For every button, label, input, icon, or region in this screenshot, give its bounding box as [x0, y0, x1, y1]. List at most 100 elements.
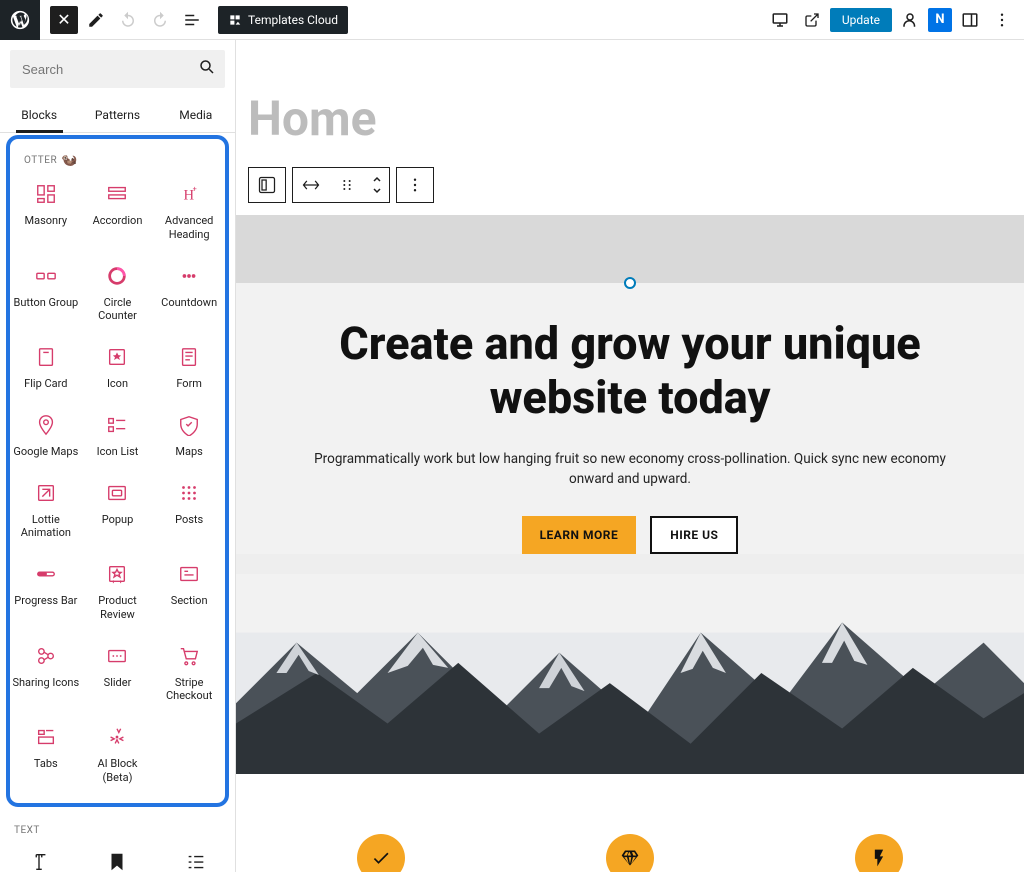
hero-spacer [236, 215, 1024, 283]
wordpress-logo[interactable] [0, 0, 40, 40]
block-item-button-group[interactable]: Button Group [10, 254, 82, 336]
editor-canvas[interactable]: Home Create and grow your unique website… [236, 40, 1024, 872]
block-item-sharing-icons[interactable]: Sharing Icons [10, 634, 82, 716]
block-label: Lottie Animation [12, 513, 80, 541]
feature-check-icon [357, 834, 405, 872]
block-item-icon[interactable]: Icon [82, 335, 154, 403]
hero-subtext[interactable]: Programmatically work but low hanging fr… [306, 449, 954, 490]
block-icon [105, 725, 129, 749]
block-item-icon-list[interactable]: Icon List [82, 403, 154, 471]
neve-badge[interactable]: N [928, 8, 952, 32]
block-label: Maps [175, 445, 202, 459]
block-icon [177, 644, 201, 668]
move-up-down-icon[interactable] [365, 167, 389, 203]
block-label: Google Maps [13, 445, 78, 459]
block-icon [177, 562, 201, 586]
learn-more-button[interactable]: LEARN MORE [522, 516, 637, 554]
block-item-product-review[interactable]: Product Review [82, 552, 154, 634]
inserter-tabs: Blocks Patterns Media [0, 98, 235, 133]
block-item-list[interactable]: List [157, 840, 235, 872]
block-item-progress-bar[interactable]: Progress Bar [10, 552, 82, 634]
undo-icon[interactable] [114, 6, 142, 34]
view-desktop-icon[interactable] [766, 6, 794, 34]
search-icon [198, 58, 216, 80]
block-icon: H+ [177, 182, 201, 206]
block-item-countdown[interactable]: Countdown [153, 254, 225, 336]
block-icon [105, 413, 129, 437]
block-label: Icon [107, 377, 128, 391]
user-icon[interactable] [896, 6, 924, 34]
block-label: Product Review [84, 594, 152, 622]
block-search[interactable] [10, 50, 225, 88]
feature-bolt-icon [855, 834, 903, 872]
open-external-icon[interactable] [798, 6, 826, 34]
block-label: Popup [102, 513, 134, 527]
block-item-popup[interactable]: Popup [82, 471, 154, 553]
block-icon [105, 481, 129, 505]
block-item-maps[interactable]: Maps [153, 403, 225, 471]
block-item-accordion[interactable]: Accordion [82, 172, 154, 254]
block-item-lottie-animation[interactable]: Lottie Animation [10, 471, 82, 553]
block-icon [105, 182, 129, 206]
edit-icon[interactable] [82, 6, 110, 34]
block-item-section[interactable]: Section [153, 552, 225, 634]
align-icon[interactable] [293, 167, 329, 203]
svg-text:+: + [193, 184, 197, 193]
block-label: Circle Counter [84, 296, 152, 324]
block-icon [27, 850, 51, 872]
block-label: Accordion [93, 214, 143, 228]
block-icon [34, 644, 58, 668]
block-item-masonry[interactable]: Masonry [10, 172, 82, 254]
block-item-paragraph[interactable]: Paragraph [0, 840, 78, 872]
feature-diamond-icon [606, 834, 654, 872]
block-more-icon[interactable] [397, 167, 433, 203]
block-label: Button Group [13, 296, 78, 310]
block-label: Icon List [97, 445, 139, 459]
sidebar-toggle-icon[interactable] [956, 6, 984, 34]
block-item-advanced-heading[interactable]: H+ Advanced Heading [153, 172, 225, 254]
resize-handle[interactable] [624, 277, 636, 289]
tab-media[interactable]: Media [157, 98, 235, 132]
block-icon [184, 850, 208, 872]
block-item-flip-card[interactable]: Flip Card [10, 335, 82, 403]
block-label: Countdown [161, 296, 217, 310]
redo-icon[interactable] [146, 6, 174, 34]
page-title[interactable]: Home [236, 40, 1024, 167]
block-item-google-maps[interactable]: Google Maps [10, 403, 82, 471]
templates-cloud-button[interactable]: Templates Cloud [218, 6, 348, 34]
block-icon [34, 481, 58, 505]
hire-us-button[interactable]: HIRE US [650, 516, 738, 554]
block-label: AI Block (Beta) [84, 757, 152, 785]
hero-section[interactable]: Create and grow your unique website toda… [236, 215, 1024, 774]
block-item-ai-block-beta-[interactable]: AI Block (Beta) [82, 715, 154, 797]
block-label: Sharing Icons [12, 676, 79, 690]
block-item-tabs[interactable]: Tabs [10, 715, 82, 797]
block-item-posts[interactable]: Posts [153, 471, 225, 553]
hero-heading[interactable]: Create and grow your unique website toda… [306, 317, 954, 425]
search-input[interactable] [22, 62, 198, 77]
block-label: Flip Card [24, 377, 67, 391]
block-icon [105, 264, 129, 288]
block-label: Advanced Heading [155, 214, 223, 242]
tab-patterns[interactable]: Patterns [78, 98, 156, 132]
block-type-icon[interactable] [249, 167, 285, 203]
hero-background-image [236, 574, 1024, 774]
more-options-icon[interactable] [988, 6, 1016, 34]
block-item-circle-counter[interactable]: Circle Counter [82, 254, 154, 336]
close-inserter-button[interactable]: ✕ [50, 6, 78, 34]
block-label: Slider [104, 676, 132, 690]
block-item-heading[interactable]: Heading [78, 840, 156, 872]
editor-topbar: ✕ Templates Cloud Update N [0, 0, 1024, 40]
block-inserter-sidebar: Blocks Patterns Media OTTER 🦦 MasonryAcc… [0, 40, 236, 872]
block-item-slider[interactable]: Slider [82, 634, 154, 716]
block-label: Posts [175, 513, 203, 527]
text-section-title: TEXT [0, 817, 235, 840]
block-item-form[interactable]: Form [153, 335, 225, 403]
update-button[interactable]: Update [830, 8, 892, 32]
tab-blocks[interactable]: Blocks [0, 98, 78, 132]
block-item-stripe-checkout[interactable]: Stripe Checkout [153, 634, 225, 716]
block-icon [34, 413, 58, 437]
block-icon [105, 345, 129, 369]
document-outline-icon[interactable] [178, 6, 206, 34]
drag-handle-icon[interactable] [329, 167, 365, 203]
